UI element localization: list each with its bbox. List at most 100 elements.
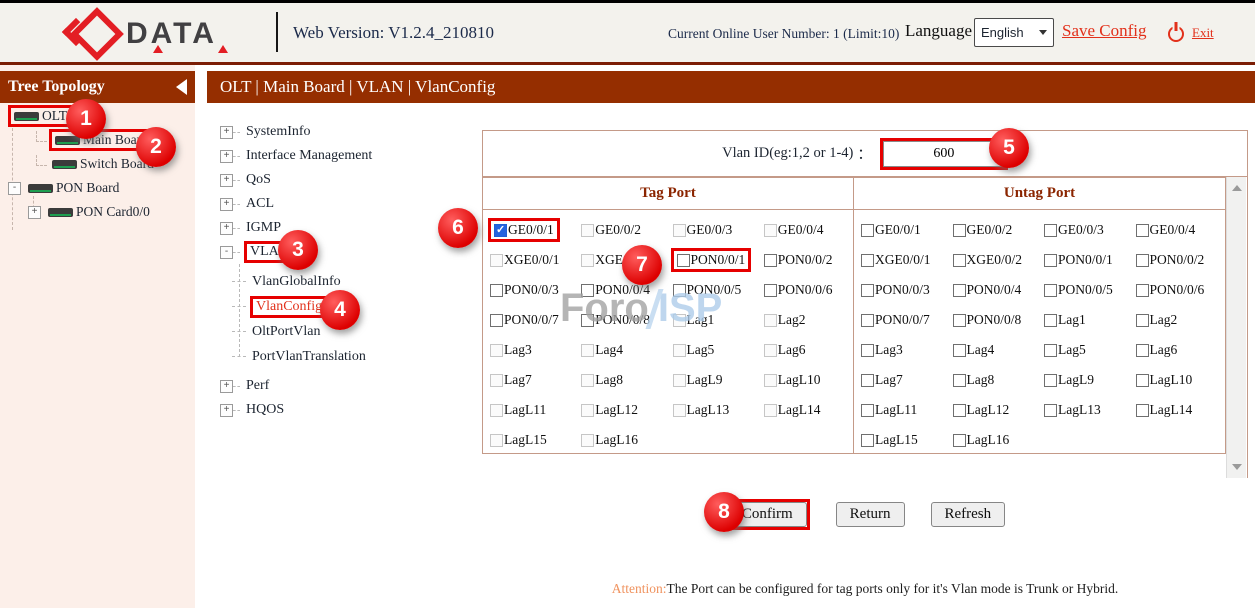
port-checkbox[interactable] [581, 344, 594, 357]
port-checkbox[interactable] [490, 404, 503, 417]
language-select[interactable]: English [974, 18, 1054, 47]
menu-item[interactable]: - VLAN [220, 240, 470, 264]
tree-item[interactable]: - PON Board [8, 176, 191, 200]
port-checkbox[interactable] [1136, 344, 1149, 357]
port-checkbox[interactable] [673, 284, 686, 297]
port-checkbox[interactable] [1044, 344, 1057, 357]
tree-expander[interactable]: + [28, 206, 41, 219]
port-checkbox[interactable] [764, 254, 777, 267]
tree-item[interactable]: Switch Board [34, 152, 191, 176]
menu-item[interactable]: + Perf [220, 374, 470, 398]
port-checkbox[interactable] [581, 404, 594, 417]
menu-expander[interactable]: + [220, 404, 233, 417]
menu-expander[interactable]: + [220, 222, 233, 235]
port-checkbox[interactable] [953, 314, 966, 327]
port-checkbox[interactable] [861, 374, 874, 387]
port-checkbox[interactable] [764, 224, 777, 237]
menu-item[interactable]: OltPortVlan [232, 319, 470, 344]
port-label: PON0/0/5 [1057, 282, 1113, 298]
port-checkbox[interactable] [764, 284, 777, 297]
port-checkbox[interactable] [764, 314, 777, 327]
port-checkbox[interactable] [1136, 374, 1149, 387]
scroll-up-icon[interactable] [1232, 185, 1242, 191]
menu-item[interactable]: + QoS [220, 168, 470, 192]
port-checkbox[interactable] [764, 404, 777, 417]
port-checkbox[interactable] [673, 374, 686, 387]
menu-item[interactable]: + IGMP [220, 216, 470, 240]
port-checkbox[interactable] [581, 254, 594, 267]
port-checkbox[interactable] [1044, 374, 1057, 387]
port-checkbox[interactable] [861, 314, 874, 327]
port-checkbox[interactable] [673, 344, 686, 357]
port-checkbox[interactable] [953, 284, 966, 297]
port-checkbox[interactable] [861, 404, 874, 417]
port-checkbox[interactable] [861, 434, 874, 447]
port-checkbox[interactable] [1136, 254, 1149, 267]
port-checkbox[interactable] [953, 254, 966, 267]
port-checkbox[interactable] [953, 434, 966, 447]
menu-item[interactable]: + Interface Management [220, 144, 470, 168]
power-icon[interactable] [1168, 26, 1184, 42]
menu-expander[interactable]: - [220, 246, 233, 259]
port-checkbox[interactable] [1136, 314, 1149, 327]
refresh-button[interactable]: Refresh [931, 502, 1006, 527]
port-checkbox[interactable] [1136, 404, 1149, 417]
menu-item[interactable]: + SystemInfo [220, 120, 470, 144]
port-checkbox[interactable] [490, 314, 503, 327]
menu-item[interactable]: + HQOS [220, 398, 470, 422]
port-checkbox[interactable] [1136, 224, 1149, 237]
tree-item[interactable]: Main Board [34, 128, 191, 152]
menu-item[interactable]: + ACL [220, 192, 470, 216]
port-checkbox[interactable] [581, 374, 594, 387]
port-checkbox[interactable] [953, 344, 966, 357]
confirm-button[interactable]: Confirm [728, 502, 807, 527]
port-checkbox[interactable] [490, 344, 503, 357]
exit-link[interactable]: Exit [1192, 25, 1214, 41]
port-checkbox[interactable] [677, 254, 690, 267]
port-checkbox[interactable] [861, 254, 874, 267]
tree-expander[interactable]: - [8, 182, 21, 195]
port-checkbox[interactable] [581, 284, 594, 297]
port-checkbox[interactable] [673, 314, 686, 327]
port-checkbox[interactable] [581, 434, 594, 447]
port-checkbox[interactable] [764, 374, 777, 387]
tree-item[interactable]: + PON Card0/0 [28, 200, 191, 224]
port-checkbox[interactable] [953, 374, 966, 387]
menu-item[interactable]: VlanGlobalInfo [232, 269, 470, 294]
port-checkbox[interactable] [1044, 254, 1057, 267]
tree-item[interactable]: OLT [8, 104, 191, 128]
port-checkbox[interactable] [861, 224, 874, 237]
port-checkbox[interactable] [1044, 314, 1057, 327]
menu-expander[interactable]: + [220, 198, 233, 211]
menu-expander[interactable]: + [220, 174, 233, 187]
scroll-down-icon[interactable] [1232, 464, 1242, 470]
port-checkbox[interactable] [1044, 404, 1057, 417]
port-checkbox[interactable] [673, 404, 686, 417]
menu-expander[interactable]: + [220, 126, 233, 139]
vlan-id-input[interactable] [883, 141, 1005, 167]
port-checkbox[interactable] [494, 224, 507, 237]
menu-expander[interactable]: + [220, 380, 233, 393]
port-checkbox[interactable] [490, 254, 503, 267]
menu-expander[interactable]: + [220, 150, 233, 163]
port-checkbox[interactable] [861, 344, 874, 357]
port-checkbox[interactable] [490, 374, 503, 387]
port-checkbox[interactable] [1044, 284, 1057, 297]
port-checkbox[interactable] [673, 224, 686, 237]
save-config-link[interactable]: Save Config [1062, 21, 1147, 41]
port-checkbox[interactable] [953, 404, 966, 417]
menu-item[interactable]: VlanConfig [232, 294, 470, 319]
menu-item[interactable]: PortVlanTranslation [232, 344, 470, 369]
port-checkbox[interactable] [490, 284, 503, 297]
port-checkbox[interactable] [764, 344, 777, 357]
port-checkbox[interactable] [1044, 224, 1057, 237]
port-checkbox[interactable] [490, 434, 503, 447]
table-scrollbar[interactable] [1226, 177, 1246, 478]
port-checkbox[interactable] [861, 284, 874, 297]
port-checkbox[interactable] [1136, 284, 1149, 297]
collapse-arrow-icon[interactable] [176, 79, 187, 95]
port-checkbox[interactable] [581, 224, 594, 237]
return-button[interactable]: Return [836, 502, 905, 527]
port-checkbox[interactable] [953, 224, 966, 237]
port-checkbox[interactable] [581, 314, 594, 327]
